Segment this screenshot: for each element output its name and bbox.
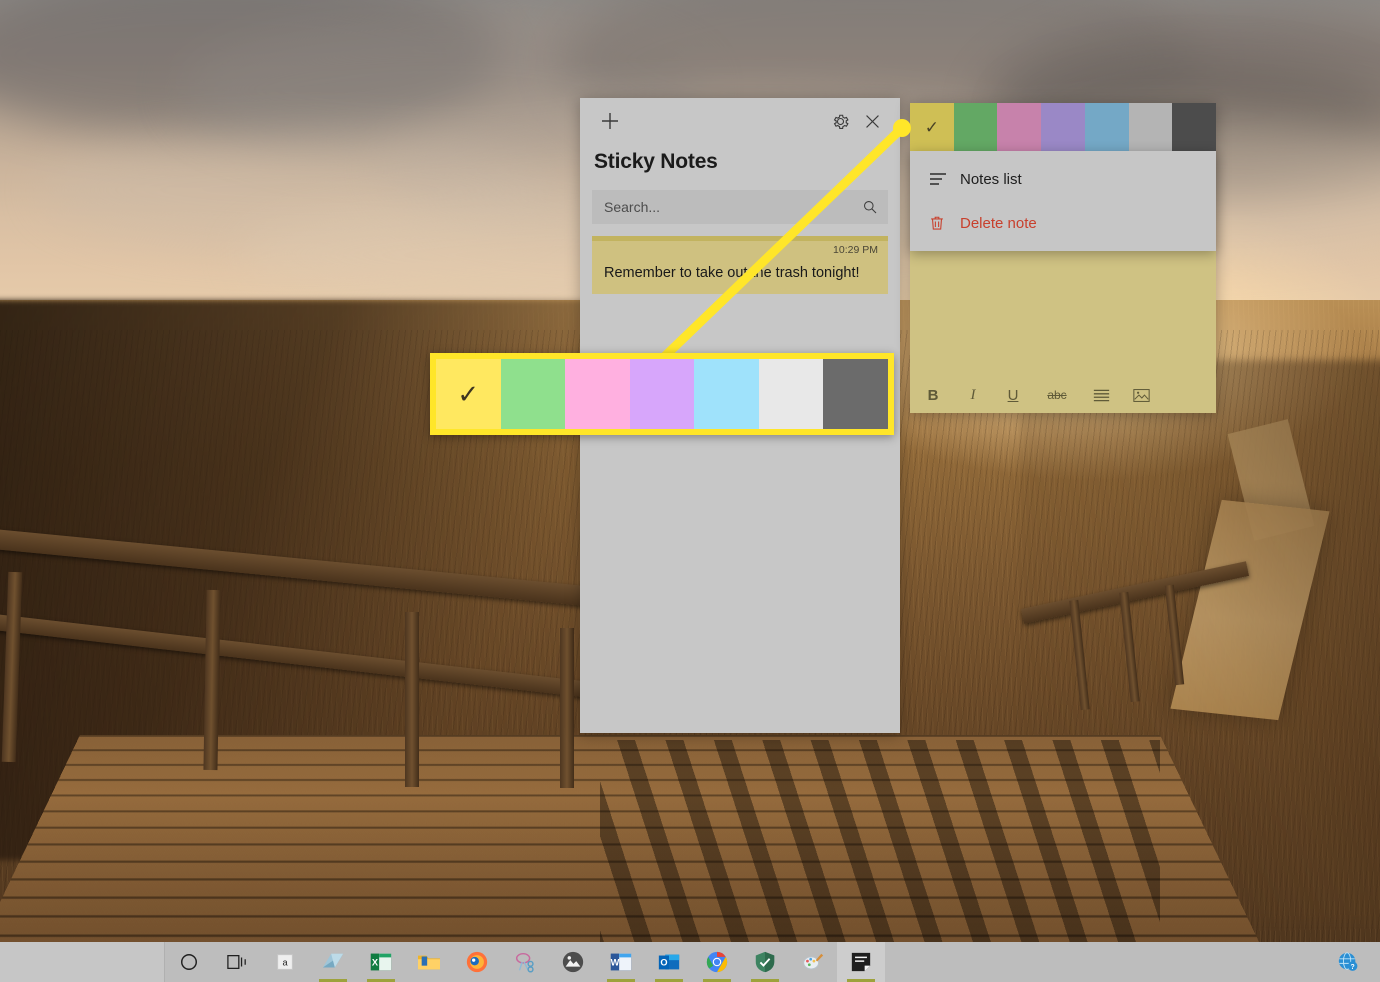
palette-swatch-charcoal[interactable]	[823, 359, 889, 429]
list-icon	[928, 169, 960, 189]
underline-button[interactable]: U	[1004, 387, 1022, 404]
taskbar: a X W O ?	[0, 942, 1380, 982]
tray-help-icon[interactable]: ?	[1324, 942, 1372, 982]
context-menu-item-delete-note[interactable]: Delete note	[910, 201, 1216, 245]
note-timestamp: 10:29 PM	[833, 244, 878, 256]
taskbar-item-firefox[interactable]	[453, 942, 501, 982]
image-icon	[1132, 388, 1150, 402]
taskbar-item-paint[interactable]	[789, 942, 837, 982]
note-color-swatch-gray[interactable]	[1128, 103, 1173, 151]
check-icon: ✓	[924, 117, 939, 137]
taskbar-item-excel[interactable]: X	[357, 942, 405, 982]
svg-text:W: W	[611, 958, 620, 968]
note-color-swatch-yellow[interactable]: ✓	[910, 103, 954, 151]
note-color-picker-bar[interactable]: ✓	[910, 103, 1217, 151]
note-color-swatch-charcoal[interactable]	[1172, 103, 1217, 151]
note-color-swatch-green[interactable]	[953, 103, 998, 151]
desktop-screen: Sticky Notes Search... 10:29 PM Remember…	[0, 0, 1380, 982]
taskbar-item-defender[interactable]	[741, 942, 789, 982]
railing-post	[560, 628, 574, 788]
search-input[interactable]: Search...	[592, 190, 888, 224]
sticky-notes-icon	[850, 951, 872, 973]
plus-icon	[602, 113, 618, 129]
check-icon: ✓	[457, 379, 480, 409]
note-preview-text: Remember to take out the trash tonight!	[604, 265, 860, 281]
help-globe-icon: ?	[1338, 952, 1358, 971]
taskbar-items: aXWO	[165, 942, 885, 982]
add-note-button[interactable]	[594, 105, 626, 137]
note-color-swatch-blue[interactable]	[1084, 103, 1129, 151]
page-title: Sticky Notes	[594, 150, 718, 173]
svg-text:X: X	[372, 958, 379, 968]
note-color-swatch-pink[interactable]	[997, 103, 1042, 151]
photos-icon	[561, 950, 585, 974]
palette-swatch-yellow[interactable]: ✓	[436, 359, 501, 429]
palette-swatch-blue[interactable]	[694, 359, 759, 429]
taskbar-item-snip[interactable]	[501, 942, 549, 982]
blue-folder-icon	[320, 950, 346, 974]
outlook-icon: O	[657, 950, 681, 974]
note-list-item[interactable]: 10:29 PM Remember to take out the trash …	[592, 236, 888, 294]
settings-button[interactable]	[824, 105, 856, 137]
folder-icon	[416, 951, 442, 973]
system-tray: ?	[1324, 942, 1380, 982]
task-view-button[interactable]	[213, 942, 261, 982]
taskbar-item-photos[interactable]	[549, 942, 597, 982]
insert-image-button[interactable]	[1132, 388, 1150, 403]
search-placeholder: Search...	[604, 199, 661, 215]
railing-post	[405, 612, 419, 787]
palette-swatch-white[interactable]	[758, 359, 824, 429]
color-palette-swatches: ✓	[436, 359, 889, 429]
language-indicator[interactable]: a	[261, 942, 309, 982]
firefox-icon	[465, 950, 489, 974]
taskbar-item-chrome[interactable]	[693, 942, 741, 982]
taskbar-item-sticky-notes[interactable]	[837, 942, 885, 982]
context-menu-item-notes-list[interactable]: Notes list	[910, 157, 1216, 201]
svg-text:?: ?	[1350, 964, 1354, 971]
word-icon: W	[609, 950, 633, 974]
excel-icon: X	[369, 950, 393, 974]
magnifier-icon	[864, 201, 877, 214]
close-icon	[865, 114, 879, 128]
notes-list-titlebar	[580, 98, 900, 144]
paint-icon	[801, 950, 825, 974]
highlighted-color-palette[interactable]: ✓	[430, 353, 894, 435]
note-format-toolbar[interactable]: B I Uabc	[910, 377, 1216, 413]
cortana-button[interactable]	[165, 942, 213, 982]
palette-swatch-purple[interactable]	[629, 359, 695, 429]
bullet-list-button[interactable]	[1092, 388, 1110, 403]
context-menu-item-label: Delete note	[960, 214, 1037, 232]
taskbar-item-word[interactable]: W	[597, 942, 645, 982]
taskbar-item-file-explorer[interactable]	[405, 942, 453, 982]
taskbar-item-outlook[interactable]: O	[645, 942, 693, 982]
palette-swatch-pink[interactable]	[565, 359, 630, 429]
palette-swatch-green[interactable]	[500, 359, 566, 429]
note-context-menu: Notes list Delete note	[910, 151, 1216, 251]
gear-icon	[833, 114, 849, 129]
letter-a-icon: a	[274, 951, 296, 973]
svg-text:O: O	[660, 958, 667, 968]
context-menu-item-label: Notes list	[960, 170, 1022, 188]
taskbar-search-box[interactable]	[0, 942, 165, 982]
circle-icon	[179, 952, 199, 972]
italic-button[interactable]: I	[964, 387, 982, 404]
strikethrough-button[interactable]: abc	[1044, 388, 1070, 402]
snip-sketch-icon	[513, 950, 537, 974]
chrome-icon	[705, 950, 729, 974]
sticky-note-window: ✓ Notes list Delete note B I Uabc	[910, 103, 1217, 413]
shield-icon	[753, 950, 777, 974]
bullet-list-icon	[1093, 389, 1109, 401]
trash-icon	[928, 214, 960, 232]
taskbar-item-file-explorer-blue[interactable]	[309, 942, 357, 982]
bold-button[interactable]: B	[924, 387, 942, 404]
note-color-swatch-purple[interactable]	[1041, 103, 1085, 151]
task-view-icon	[226, 952, 248, 972]
close-button[interactable]	[856, 105, 888, 137]
search-icon	[862, 199, 878, 215]
